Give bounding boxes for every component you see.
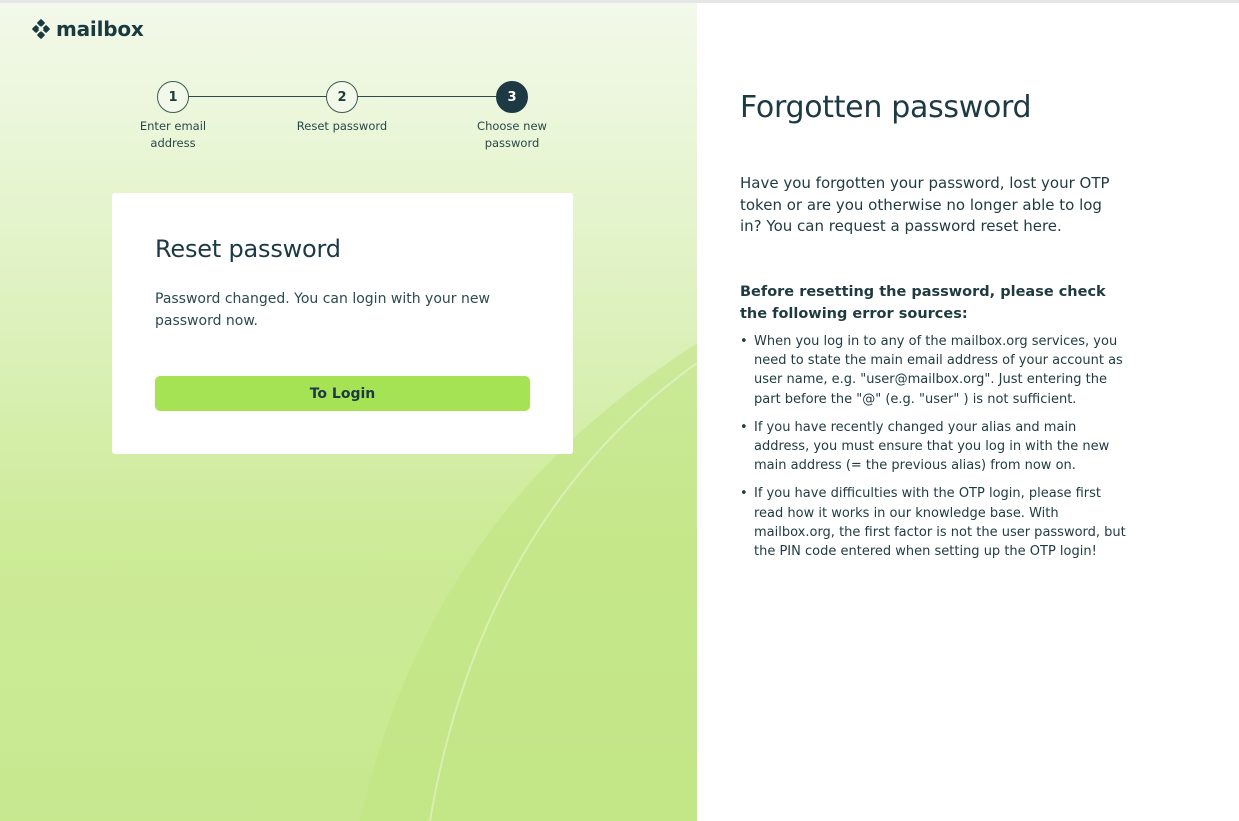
list-item: If you have difficulties with the OTP lo… — [740, 484, 1128, 561]
page-title: Forgotten password — [740, 90, 1032, 125]
step-connector — [357, 96, 496, 97]
step-2-label: Reset password — [296, 119, 388, 133]
step-1-circle: 1 — [157, 81, 189, 113]
error-sources-heading: Before resetting the password, please ch… — [740, 284, 1106, 322]
list-item: If you have recently changed your alias … — [740, 418, 1128, 476]
step-3-label: Choose new password — [477, 119, 547, 150]
error-sources-list: When you log in to any of the mailbox.or… — [740, 332, 1128, 570]
list-item: When you log in to any of the mailbox.or… — [740, 332, 1128, 409]
step-2-circle: 2 — [326, 81, 358, 113]
step-connector — [188, 96, 327, 97]
progress-stepper: 1 2 3 Enter email address Reset password… — [0, 3, 697, 173]
reset-password-card: Reset password Password changed. You can… — [112, 193, 573, 454]
step-1-label: Enter email address — [139, 119, 207, 150]
step-3-circle: 3 — [496, 81, 528, 113]
to-login-button[interactable]: To Login — [155, 376, 530, 411]
left-panel: mailbox 1 2 3 Enter email address Reset … — [0, 3, 697, 821]
card-title: Reset password — [155, 235, 341, 263]
intro-text: Have you forgotten your password, lost y… — [740, 174, 1110, 235]
success-message: Password changed. You can login with you… — [155, 291, 490, 329]
